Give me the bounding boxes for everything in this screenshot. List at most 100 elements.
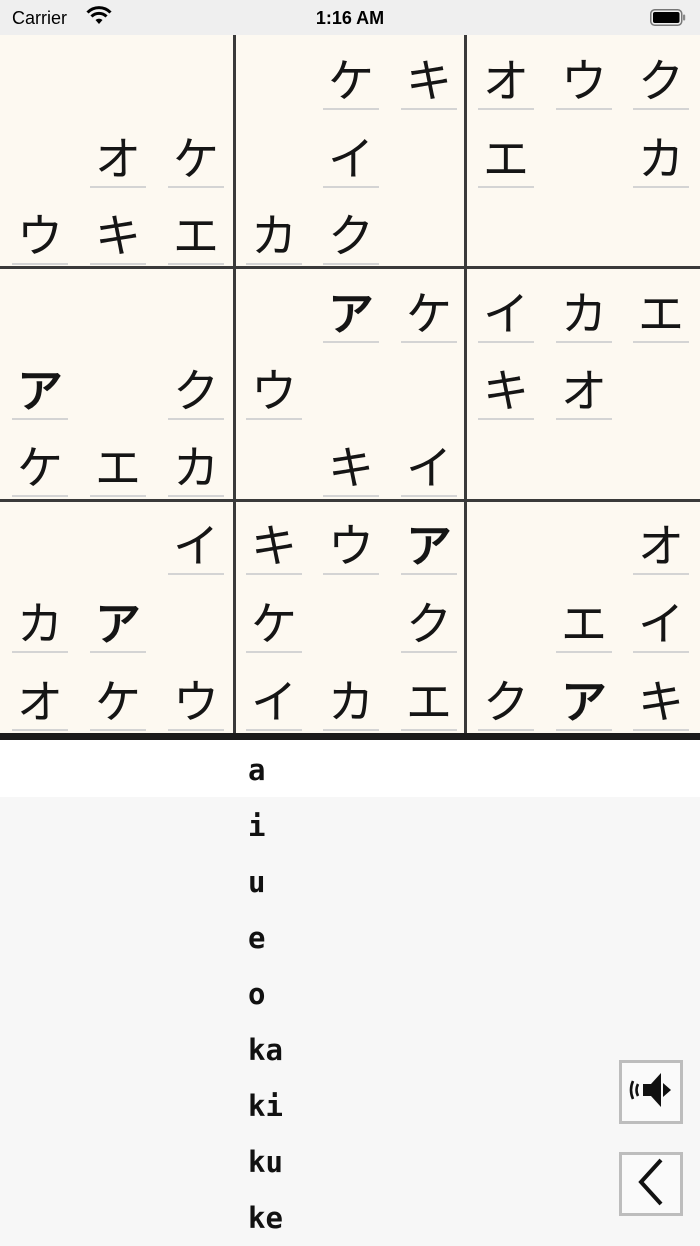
- board-cell[interactable]: [10, 503, 70, 575]
- board-cell[interactable]: [554, 425, 614, 497]
- board-cell[interactable]: キ: [244, 503, 304, 575]
- board-cell[interactable]: カ: [166, 425, 226, 497]
- board-cell[interactable]: ア: [10, 348, 70, 420]
- cell-value: エ: [483, 132, 529, 186]
- board-cell[interactable]: [631, 348, 691, 420]
- board-cell[interactable]: [554, 116, 614, 188]
- picker-item[interactable]: o: [248, 966, 448, 1022]
- board-cell[interactable]: カ: [554, 271, 614, 343]
- picker-item[interactable]: e: [248, 910, 448, 966]
- board-cell[interactable]: [244, 116, 304, 188]
- board-cell[interactable]: [88, 38, 148, 110]
- board-cell[interactable]: [10, 271, 70, 343]
- board-cell[interactable]: イ: [476, 271, 536, 343]
- cell-value: イ: [173, 519, 219, 573]
- board-cell[interactable]: ア: [321, 271, 381, 343]
- cell-value: イ: [483, 287, 529, 341]
- board-cell[interactable]: オ: [476, 38, 536, 110]
- board-cell[interactable]: ク: [631, 38, 691, 110]
- board-cell[interactable]: [166, 581, 226, 653]
- board-cell[interactable]: [244, 271, 304, 343]
- board-cell[interactable]: エ: [554, 581, 614, 653]
- board-cell[interactable]: カ: [10, 581, 70, 653]
- board-cell[interactable]: ク: [399, 581, 459, 653]
- board-cell[interactable]: イ: [399, 425, 459, 497]
- cell-value: カ: [251, 209, 297, 263]
- board-cell[interactable]: ク: [476, 659, 536, 731]
- picker-item[interactable]: u: [248, 854, 448, 910]
- board-cell[interactable]: [321, 348, 381, 420]
- picker-item[interactable]: i: [248, 798, 448, 854]
- board-cell[interactable]: [476, 193, 536, 265]
- board-cell[interactable]: [554, 193, 614, 265]
- board-cell[interactable]: [476, 581, 536, 653]
- board-cell[interactable]: ケ: [321, 38, 381, 110]
- board-cell[interactable]: ウ: [244, 348, 304, 420]
- board-cell[interactable]: ク: [321, 193, 381, 265]
- romaji-picker[interactable]: a i u e o ka ki ku ke: [0, 740, 700, 1244]
- board-cell[interactable]: [166, 38, 226, 110]
- back-button[interactable]: [619, 1152, 683, 1216]
- cell-value: ウ: [173, 675, 219, 729]
- picker-item[interactable]: ka: [248, 1022, 448, 1078]
- board-cell[interactable]: エ: [631, 271, 691, 343]
- picker-item[interactable]: ki: [248, 1078, 448, 1134]
- board-cell[interactable]: ウ: [166, 659, 226, 731]
- board-cell[interactable]: [631, 193, 691, 265]
- board-cell[interactable]: [631, 425, 691, 497]
- board-cell[interactable]: イ: [321, 116, 381, 188]
- board-cell[interactable]: ア: [88, 581, 148, 653]
- picker-item[interactable]: a: [248, 742, 448, 798]
- board-cell[interactable]: キ: [399, 38, 459, 110]
- board-cell[interactable]: [476, 425, 536, 497]
- board-cell[interactable]: キ: [476, 348, 536, 420]
- board-cell[interactable]: イ: [631, 581, 691, 653]
- board-cell[interactable]: カ: [321, 659, 381, 731]
- picker-item[interactable]: ke: [248, 1190, 448, 1246]
- board-cell[interactable]: ケ: [10, 425, 70, 497]
- board-cell[interactable]: [321, 581, 381, 653]
- board-cell[interactable]: [10, 38, 70, 110]
- board-cell[interactable]: キ: [321, 425, 381, 497]
- board-cell[interactable]: [399, 348, 459, 420]
- board-cell[interactable]: [88, 348, 148, 420]
- board-cell[interactable]: [166, 271, 226, 343]
- board-cell[interactable]: ク: [166, 348, 226, 420]
- board-cell[interactable]: ア: [554, 659, 614, 731]
- board-cell[interactable]: [88, 503, 148, 575]
- board-cell[interactable]: キ: [631, 659, 691, 731]
- board-cell[interactable]: [399, 193, 459, 265]
- cell-value: ウ: [251, 364, 297, 418]
- board-cell[interactable]: [244, 425, 304, 497]
- board-cell[interactable]: イ: [166, 503, 226, 575]
- board-cell[interactable]: エ: [166, 193, 226, 265]
- board-cell[interactable]: [10, 116, 70, 188]
- board-cell[interactable]: [244, 38, 304, 110]
- sound-button[interactable]: [619, 1060, 683, 1124]
- board-cell[interactable]: オ: [631, 503, 691, 575]
- picker-item[interactable]: ku: [248, 1134, 448, 1190]
- board-cell[interactable]: ケ: [244, 581, 304, 653]
- cell-value: オ: [638, 519, 684, 573]
- board-cell[interactable]: [476, 503, 536, 575]
- board-cell[interactable]: キ: [88, 193, 148, 265]
- board-cell[interactable]: ケ: [88, 659, 148, 731]
- board-cell[interactable]: ケ: [166, 116, 226, 188]
- board-cell[interactable]: ウ: [10, 193, 70, 265]
- board-cell[interactable]: オ: [88, 116, 148, 188]
- board-cell[interactable]: [399, 116, 459, 188]
- board-cell[interactable]: ウ: [321, 503, 381, 575]
- board-cell[interactable]: オ: [10, 659, 70, 731]
- board-cell[interactable]: [554, 503, 614, 575]
- board-cell[interactable]: エ: [476, 116, 536, 188]
- board-cell[interactable]: ウ: [554, 38, 614, 110]
- board-cell[interactable]: [88, 271, 148, 343]
- board-cell[interactable]: エ: [88, 425, 148, 497]
- board-cell[interactable]: ケ: [399, 271, 459, 343]
- board-cell[interactable]: オ: [554, 348, 614, 420]
- board-cell[interactable]: カ: [631, 116, 691, 188]
- board-cell[interactable]: イ: [244, 659, 304, 731]
- board-cell[interactable]: カ: [244, 193, 304, 265]
- board-cell[interactable]: エ: [399, 659, 459, 731]
- board-cell[interactable]: ア: [399, 503, 459, 575]
